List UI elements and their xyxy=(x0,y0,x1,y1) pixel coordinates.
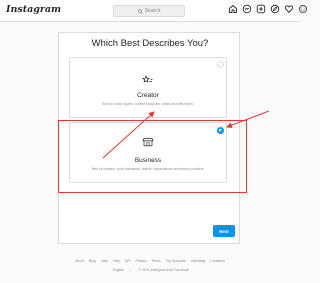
footer-link-help[interactable]: Help xyxy=(113,259,120,263)
footer-link-api[interactable]: API xyxy=(125,259,130,263)
footer-links: About Blog Jobs Help API Privacy Terms T… xyxy=(0,259,300,263)
footer-link-jobs[interactable]: Jobs xyxy=(101,259,108,263)
footer-link-hashtags[interactable]: Hashtags xyxy=(191,259,205,263)
annotation-arrow-to-radio xyxy=(226,110,270,129)
annotation-arrows xyxy=(102,110,270,159)
footer-link-blog[interactable]: Blog xyxy=(89,259,96,263)
footer-bottom: English ⌄ © 2021 Instagram from Facebook xyxy=(0,268,300,272)
footer-link-privacy[interactable]: Privacy xyxy=(135,259,146,263)
language-selector[interactable]: English ⌄ xyxy=(111,268,134,272)
chevron-down-icon: ⌄ xyxy=(128,268,132,272)
next-button[interactable]: Next xyxy=(213,225,235,237)
language-label: English xyxy=(112,268,124,272)
annotation-arrow-to-business xyxy=(102,111,155,159)
footer-link-about[interactable]: About xyxy=(75,259,84,263)
footer-link-locations[interactable]: Locations xyxy=(210,259,225,263)
footer-link-terms[interactable]: Terms xyxy=(152,259,161,263)
copyright-text: © 2021 Instagram from Facebook xyxy=(138,268,190,272)
footer-link-top-accounts[interactable]: Top Accounts xyxy=(166,259,186,263)
